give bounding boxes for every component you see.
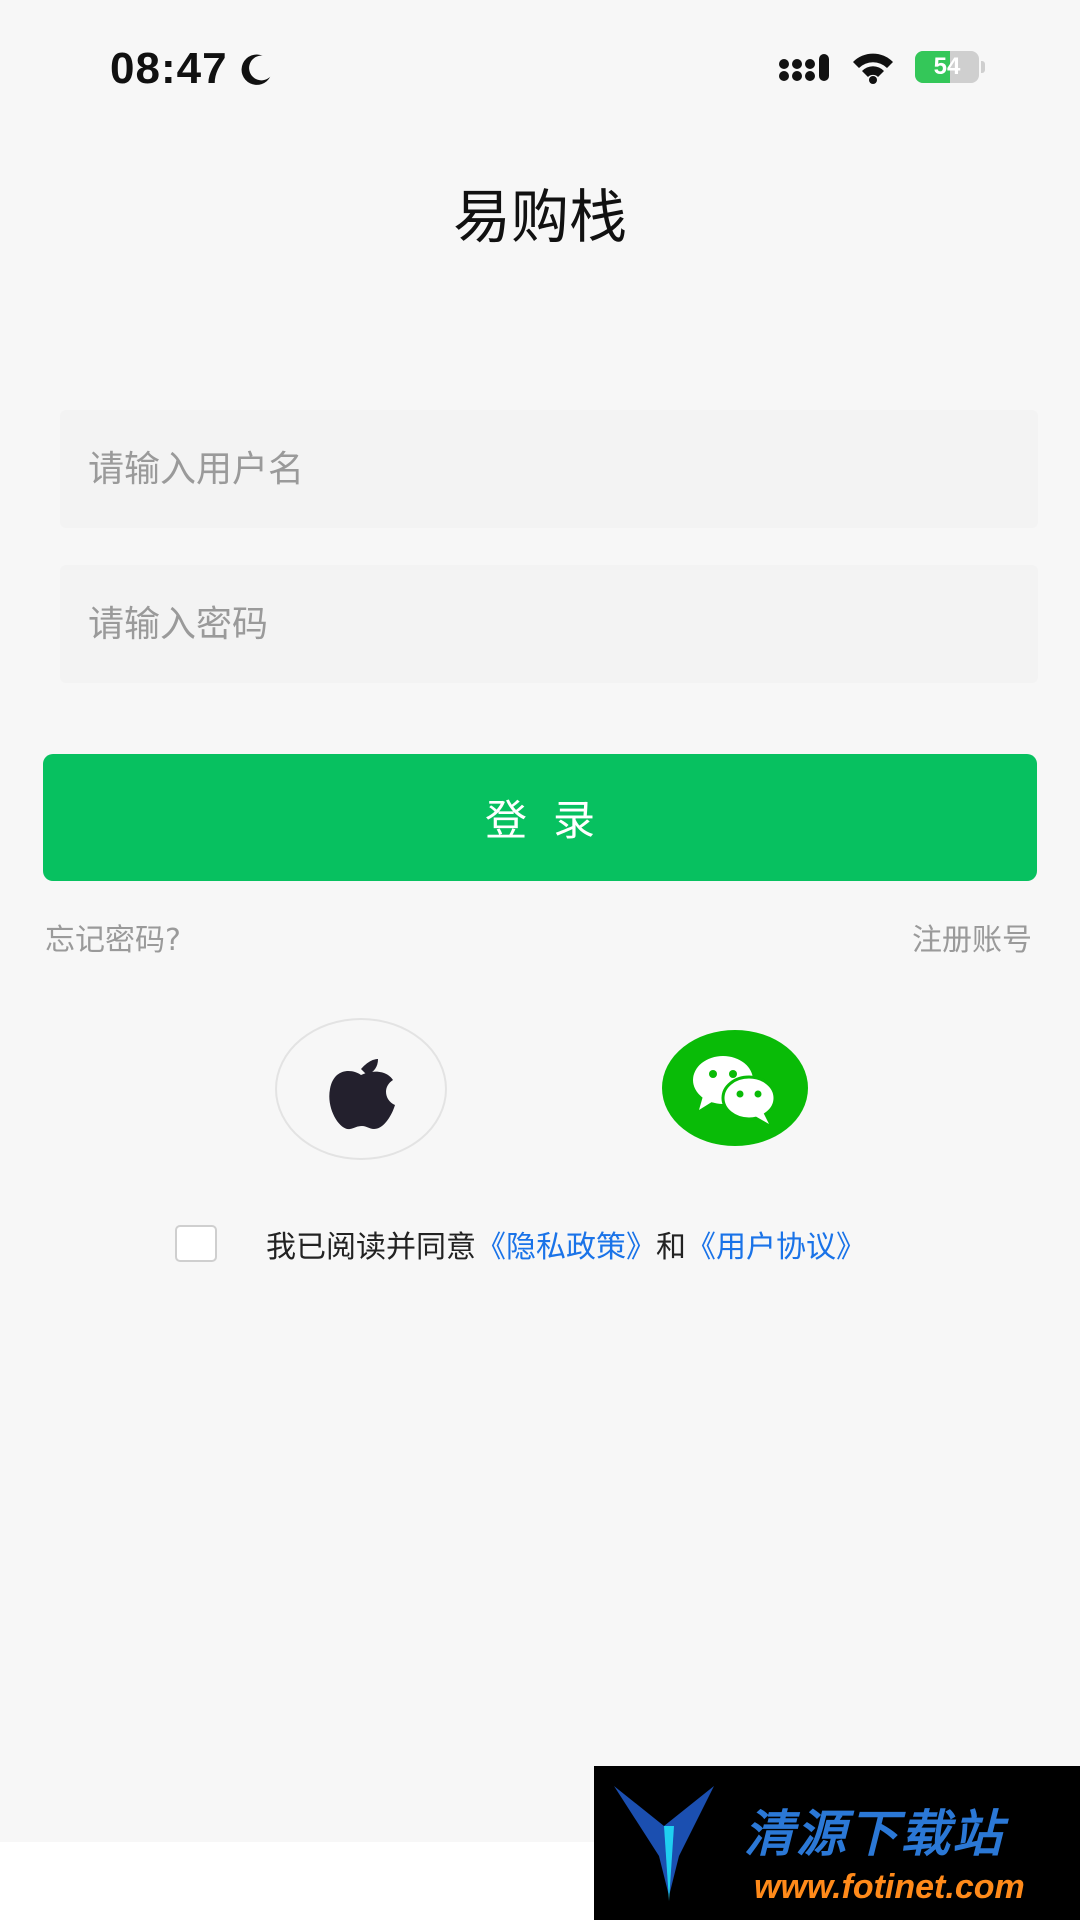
signal-icon (779, 54, 829, 81)
password-field-container (60, 565, 1038, 683)
password-input[interactable] (60, 565, 1038, 683)
battery-tip (981, 61, 985, 73)
user-agreement-link[interactable]: 《用户协议》 (686, 1230, 866, 1265)
bottom-strip (0, 1842, 594, 1920)
apple-icon (329, 1059, 395, 1130)
wifi-icon (853, 53, 893, 84)
wechat-icon (693, 1056, 777, 1124)
page-title: 易购栈 (452, 183, 627, 251)
apple-login-button[interactable] (275, 1018, 447, 1160)
username-field-container (60, 410, 1038, 528)
agreement-checkbox[interactable] (175, 1225, 217, 1262)
status-icons: 54 (779, 50, 985, 84)
agreement-and: 和 (656, 1230, 686, 1265)
battery-level: 54 (933, 53, 961, 80)
moon-icon (241, 54, 270, 85)
status-time: 08:47 (110, 44, 228, 93)
watermark-text: 清源下载站 (744, 1805, 1004, 1863)
privacy-policy-link[interactable]: 《隐私政策》 (476, 1230, 656, 1265)
watermark-logo: 清源下载站 www.fotinet.com (594, 1766, 1080, 1920)
agreement-text: 我已阅读并同意《隐私政策》和《用户协议》 (266, 1222, 866, 1266)
battery-icon: 54 (915, 51, 985, 83)
login-button[interactable]: 登录 (43, 754, 1037, 881)
agreement-prefix: 我已阅读并同意 (266, 1230, 476, 1265)
username-input[interactable] (60, 410, 1038, 528)
status-bar: 08:47 54 (0, 0, 1080, 140)
watermark-url: www.fotinet.com (754, 1868, 1025, 1906)
forgot-password-link[interactable]: 忘记密码? (45, 915, 181, 959)
register-link[interactable]: 注册账号 (912, 915, 1032, 959)
status-time-group: 08:47 (110, 44, 276, 94)
wechat-login-button[interactable] (662, 1030, 808, 1146)
watermark-emblem-icon (614, 1786, 714, 1901)
